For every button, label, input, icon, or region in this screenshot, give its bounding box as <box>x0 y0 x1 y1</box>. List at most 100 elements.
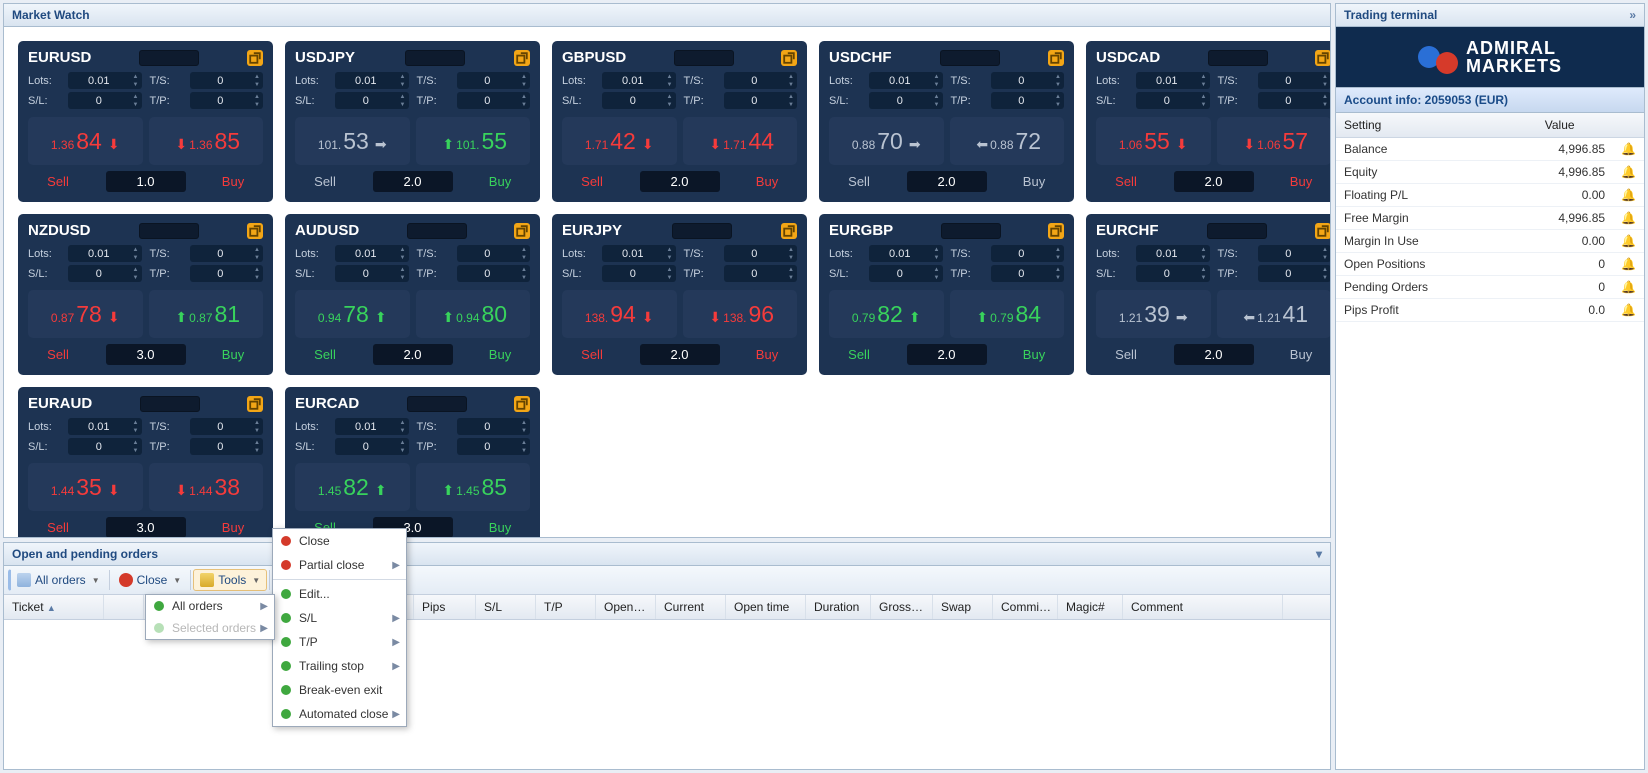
col-value[interactable]: Value <box>1506 113 1613 138</box>
sl-input[interactable]: 0▲▼ <box>869 92 943 109</box>
buy-button[interactable]: Buy <box>470 520 530 535</box>
bell-icon[interactable]: 🔔 <box>1613 253 1644 276</box>
popout-button[interactable] <box>1315 223 1330 239</box>
symbol-input[interactable] <box>941 223 1001 239</box>
menu-item[interactable]: T/P▶ <box>273 630 406 654</box>
popout-button[interactable] <box>514 223 530 239</box>
tp-input[interactable]: 0▲▼ <box>724 92 798 109</box>
symbol-input[interactable] <box>140 396 200 412</box>
spin-up-icon[interactable]: ▲ <box>931 246 943 254</box>
lots-input[interactable]: 0.01▲▼ <box>335 72 409 89</box>
buy-button[interactable]: Buy <box>737 347 797 362</box>
sl-input[interactable]: 0▲▼ <box>602 265 676 282</box>
spin-up-icon[interactable]: ▲ <box>1198 246 1210 254</box>
popout-button[interactable] <box>781 50 797 66</box>
spin-down-icon[interactable]: ▼ <box>931 254 943 262</box>
sell-price-button[interactable]: 138.94⬇ <box>562 290 677 338</box>
close-dropdown[interactable]: Close▼ <box>112 569 189 591</box>
sell-button[interactable]: Sell <box>28 347 88 362</box>
sl-input[interactable]: 0▲▼ <box>1136 92 1210 109</box>
spin-down-icon[interactable]: ▼ <box>130 427 142 435</box>
ts-input[interactable]: 0▲▼ <box>991 72 1065 89</box>
menu-item[interactable]: Break-even exit <box>273 678 406 702</box>
sell-price-button[interactable]: 0.7982⬆ <box>829 290 944 338</box>
popout-button[interactable] <box>781 223 797 239</box>
sl-input[interactable]: 0▲▼ <box>335 92 409 109</box>
menu-item[interactable]: Partial close▶ <box>273 553 406 577</box>
sell-price-button[interactable]: 101.53➡ <box>295 117 410 165</box>
spin-up-icon[interactable]: ▲ <box>931 73 943 81</box>
buy-button[interactable]: Buy <box>1004 174 1064 189</box>
bell-icon[interactable]: 🔔 <box>1613 138 1644 161</box>
tools-dropdown[interactable]: Tools▼ <box>193 569 267 591</box>
lots-input[interactable]: 0.01▲▼ <box>1136 245 1210 262</box>
ts-input[interactable]: 0▲▼ <box>190 418 264 435</box>
lots-input[interactable]: 0.01▲▼ <box>869 245 943 262</box>
sell-price-button[interactable]: 1.4582⬆ <box>295 463 410 511</box>
ts-input[interactable]: 0▲▼ <box>724 245 798 262</box>
ts-input[interactable]: 0▲▼ <box>1258 245 1331 262</box>
buy-price-button[interactable]: ⬇1.3685 <box>149 117 264 165</box>
sl-input[interactable]: 0▲▼ <box>68 92 142 109</box>
column-header[interactable] <box>104 595 144 619</box>
buy-button[interactable]: Buy <box>1271 174 1330 189</box>
spin-down-icon[interactable]: ▼ <box>130 254 142 262</box>
spin-down-icon[interactable]: ▼ <box>397 254 409 262</box>
lots-input[interactable]: 0.01▲▼ <box>68 418 142 435</box>
lots-input[interactable]: 0.01▲▼ <box>68 72 142 89</box>
sell-price-button[interactable]: 0.9478⬆ <box>295 290 410 338</box>
lots-input[interactable]: 0.01▲▼ <box>869 72 943 89</box>
spin-down-icon[interactable]: ▼ <box>664 254 676 262</box>
sell-button[interactable]: Sell <box>562 347 622 362</box>
sell-button[interactable]: Sell <box>295 347 355 362</box>
ts-input[interactable]: 0▲▼ <box>457 418 531 435</box>
spin-down-icon[interactable]: ▼ <box>397 81 409 89</box>
sell-price-button[interactable]: 0.8870➡ <box>829 117 944 165</box>
tp-input[interactable]: 0▲▼ <box>190 92 264 109</box>
popout-button[interactable] <box>247 223 263 239</box>
popout-button[interactable] <box>1048 50 1064 66</box>
menu-item[interactable]: Automated close▶ <box>273 702 406 726</box>
menu-item[interactable]: Close <box>273 529 406 553</box>
symbol-input[interactable] <box>940 50 1000 66</box>
column-header[interactable]: S/L <box>476 595 536 619</box>
symbol-input[interactable] <box>1208 50 1268 66</box>
popout-button[interactable] <box>1315 50 1330 66</box>
bell-icon[interactable]: 🔔 <box>1613 184 1644 207</box>
orders-collapse-icon[interactable]: ▾ <box>1316 547 1322 561</box>
tp-input[interactable]: 0▲▼ <box>991 92 1065 109</box>
expand-icon[interactable]: » <box>1629 8 1636 22</box>
spin-up-icon[interactable]: ▲ <box>397 73 409 81</box>
sell-button[interactable]: Sell <box>829 347 889 362</box>
lots-input[interactable]: 0.01▲▼ <box>602 245 676 262</box>
sl-input[interactable]: 0▲▼ <box>869 265 943 282</box>
buy-button[interactable]: Buy <box>470 174 530 189</box>
lots-input[interactable]: 0.01▲▼ <box>1136 72 1210 89</box>
buy-price-button[interactable]: ⬅1.2141 <box>1217 290 1331 338</box>
buy-price-button[interactable]: ⬇138.96 <box>683 290 798 338</box>
all-orders-dropdown[interactable]: All orders▼ <box>8 569 107 591</box>
spin-down-icon[interactable]: ▼ <box>1198 81 1210 89</box>
column-header[interactable]: Open… <box>596 595 656 619</box>
spin-down-icon[interactable]: ▼ <box>397 427 409 435</box>
bell-icon[interactable]: 🔔 <box>1613 161 1644 184</box>
spin-down-icon[interactable]: ▼ <box>1198 254 1210 262</box>
tp-input[interactable]: 0▲▼ <box>190 438 264 455</box>
sell-button[interactable]: Sell <box>829 174 889 189</box>
ts-input[interactable]: 0▲▼ <box>457 245 531 262</box>
menu-item[interactable]: S/L▶ <box>273 606 406 630</box>
tp-input[interactable]: 0▲▼ <box>1258 265 1331 282</box>
sell-price-button[interactable]: 1.0655⬇ <box>1096 117 1211 165</box>
sell-button[interactable]: Sell <box>562 174 622 189</box>
column-header[interactable]: Ticket ▲ <box>4 595 104 619</box>
sell-button[interactable]: Sell <box>1096 347 1156 362</box>
tp-input[interactable]: 0▲▼ <box>991 265 1065 282</box>
lots-input[interactable]: 0.01▲▼ <box>335 245 409 262</box>
popout-button[interactable] <box>247 396 263 412</box>
submenu-item[interactable]: All orders▶ <box>146 595 274 617</box>
spin-up-icon[interactable]: ▲ <box>664 73 676 81</box>
tp-input[interactable]: 0▲▼ <box>190 265 264 282</box>
column-header[interactable]: Swap <box>933 595 993 619</box>
column-header[interactable]: Open time <box>726 595 806 619</box>
ts-input[interactable]: 0▲▼ <box>190 245 264 262</box>
